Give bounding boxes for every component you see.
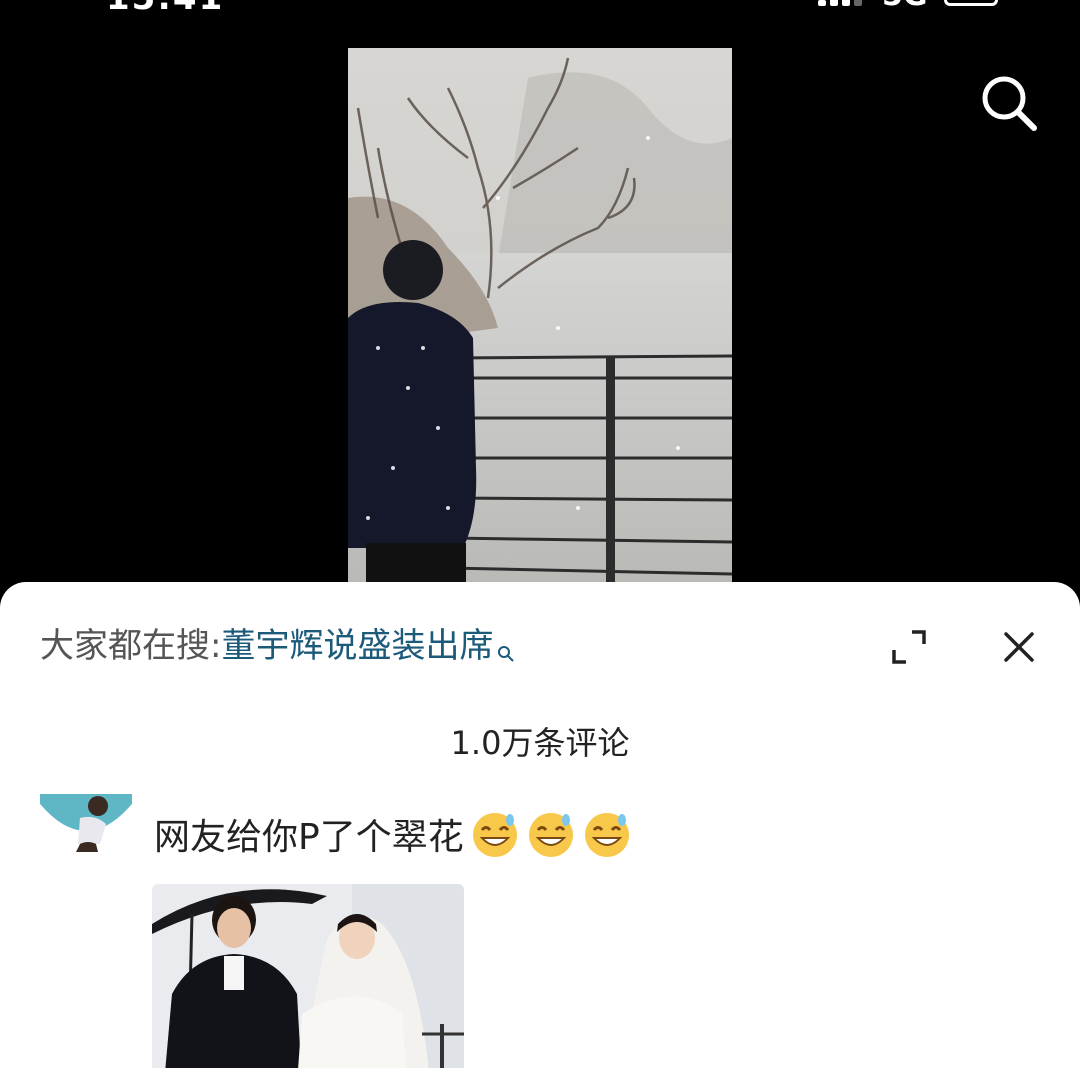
comment-text: 网友给你P了个翠花 <box>154 808 632 860</box>
search-suggestion[interactable]: 大家都在搜:董宇辉说盛装出席 <box>40 620 515 672</box>
sweat-smile-emoji-icon <box>526 810 576 860</box>
comment-body: 网友给你P了个翠花 <box>154 817 464 858</box>
comment-count: 1.0万条评论 <box>450 724 630 762</box>
search-icon[interactable] <box>978 72 1042 136</box>
expand-icon[interactable] <box>890 628 928 666</box>
avatar[interactable] <box>40 794 132 852</box>
sweat-smile-emoji-icon <box>470 810 520 860</box>
close-icon[interactable] <box>1000 628 1038 666</box>
status-bar: 15:41 5G <box>0 0 1080 18</box>
comment-image[interactable] <box>152 884 464 1068</box>
video-player[interactable] <box>348 48 732 584</box>
search-suggestion-keyword[interactable]: 董宇辉说盛装出席 <box>221 626 493 666</box>
network-label: 5G <box>882 0 928 13</box>
search-suggestion-prefix: 大家都在搜: <box>40 626 222 666</box>
comments-panel: 大家都在搜:董宇辉说盛装出席 1.0万条评论 网友给你P了个翠花 <box>0 582 1080 1068</box>
search-small-icon <box>497 626 515 662</box>
sweat-smile-emoji-icon <box>582 810 632 860</box>
battery-icon <box>944 0 998 6</box>
signal-icon <box>818 0 864 6</box>
status-time: 15:41 <box>106 0 224 18</box>
